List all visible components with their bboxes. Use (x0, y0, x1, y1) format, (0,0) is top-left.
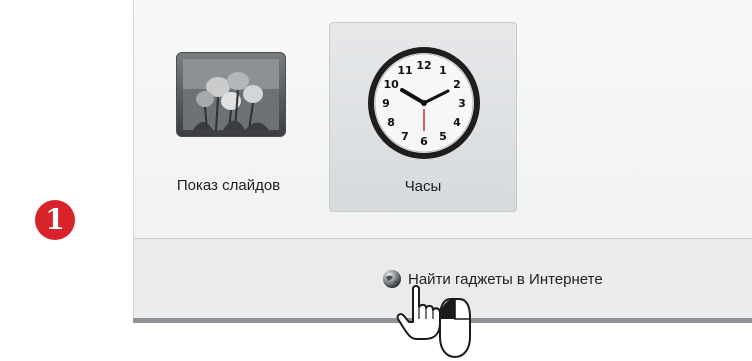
clock-numeral: 12 (416, 59, 431, 72)
clock-numeral: 9 (382, 97, 390, 110)
gadget-list: Показ слайдов 12 1 2 3 4 5 6 7 8 9 10 11 Часы (134, 0, 752, 238)
clock-numeral: 7 (401, 130, 409, 143)
clock-numeral: 3 (458, 97, 466, 110)
clock-numeral: 5 (439, 130, 447, 143)
mouse-left-click-icon (439, 298, 471, 359)
screenshot-page: 1 Показ слайдов 12 1 2 3 4 5 6 7 8 9 10 … (0, 0, 752, 361)
clock-numeral: 10 (383, 78, 399, 91)
clock-numeral: 4 (453, 116, 461, 129)
gadget-label-slideshow: Показ слайдов (176, 177, 281, 194)
clock-numeral: 2 (453, 78, 461, 91)
gadget-gallery-window: Показ слайдов 12 1 2 3 4 5 6 7 8 9 10 11 Часы (133, 0, 752, 318)
clock-numeral: 8 (387, 116, 395, 129)
step-number-badge: 1 (35, 200, 75, 240)
clock-numeral: 1 (439, 64, 447, 77)
gadget-tile-clock[interactable]: 12 1 2 3 4 5 6 7 8 9 10 11 Часы (329, 22, 517, 212)
clock-icon: 12 12 3 45678 9 1011 (368, 47, 480, 159)
cursor-overlay (395, 285, 485, 361)
hand-pointer-icon (396, 285, 441, 340)
clock-numeral: 11 (397, 64, 412, 77)
clock-numeral: 6 (420, 135, 428, 148)
gadget-tile-slideshow[interactable]: Показ слайдов (146, 22, 311, 212)
gadget-label-clock: Часы (404, 178, 442, 195)
slideshow-icon (176, 52, 286, 137)
